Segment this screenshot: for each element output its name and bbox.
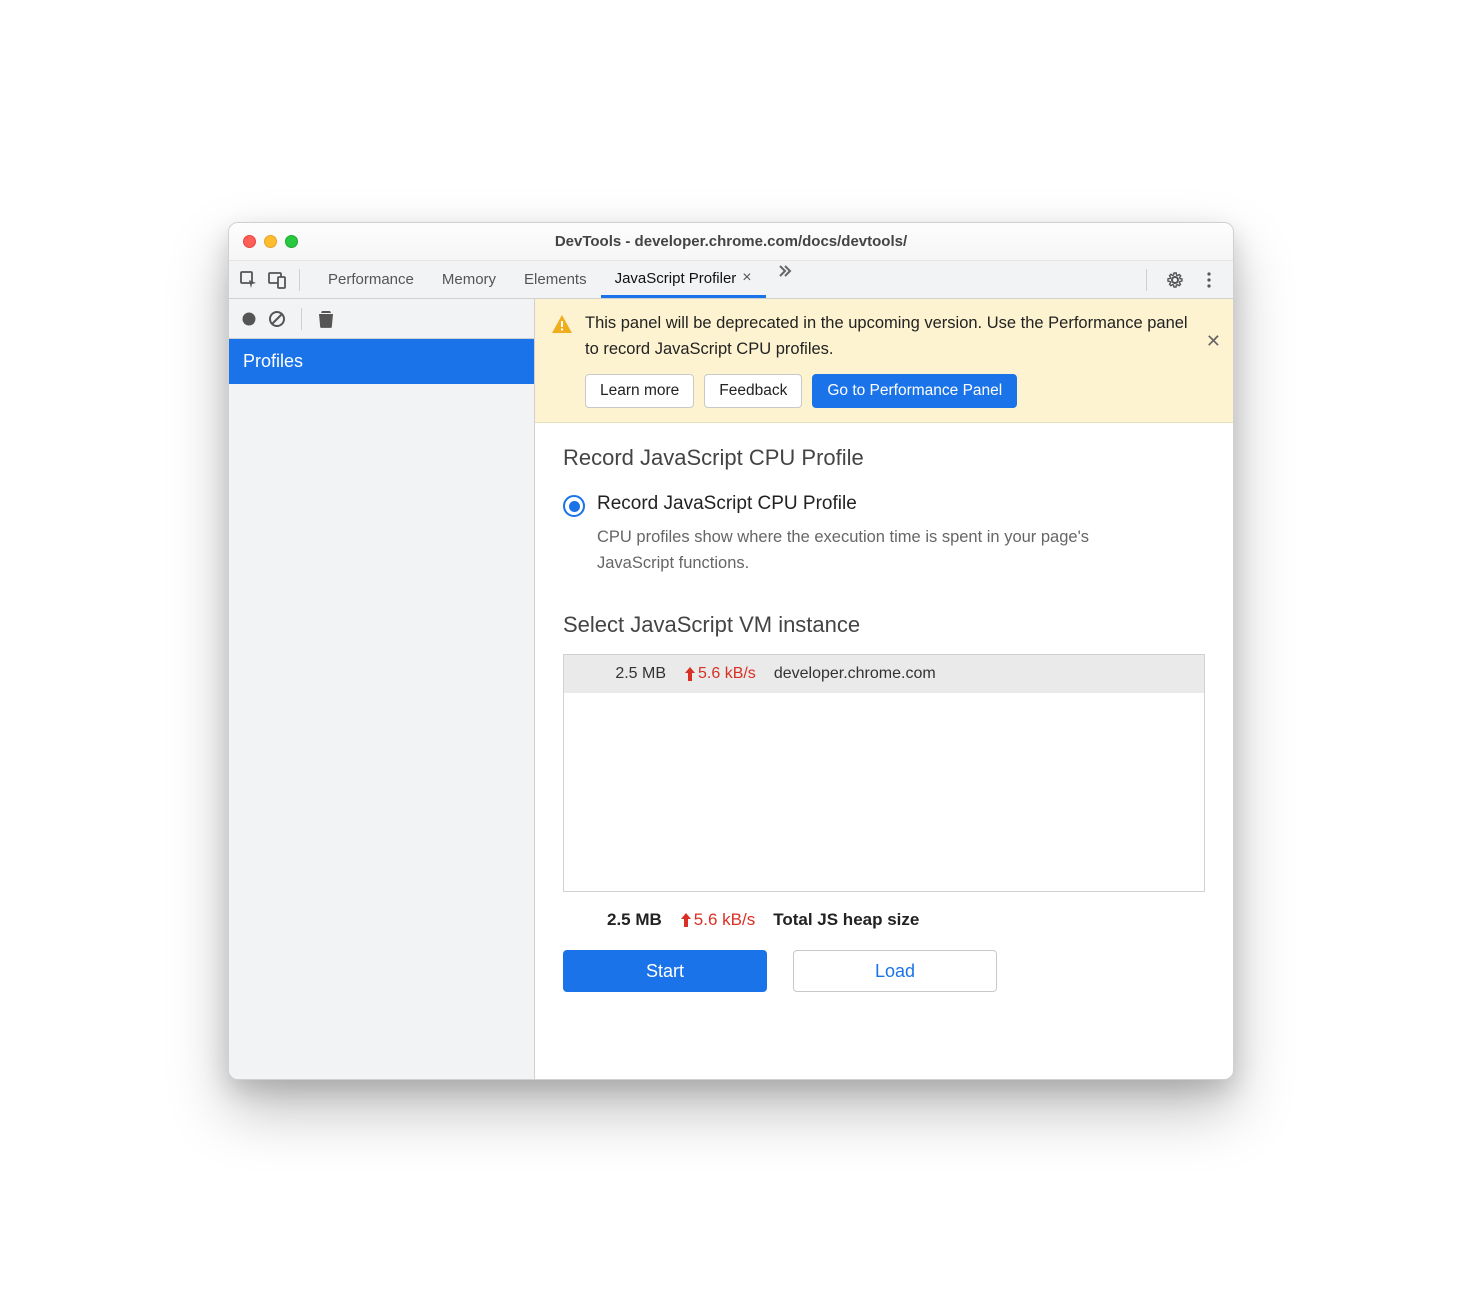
titlebar: DevTools - developer.chrome.com/docs/dev… [229, 223, 1233, 261]
record-heading: Record JavaScript CPU Profile [563, 445, 1205, 471]
vm-heading: Select JavaScript VM instance [563, 612, 1205, 638]
separator [301, 308, 302, 330]
window-title: DevTools - developer.chrome.com/docs/dev… [555, 233, 907, 250]
vm-instance-list: 2.5 MB 5.6 kB/s developer.chrome.com [563, 654, 1205, 892]
separator [299, 269, 300, 291]
tab-javascript-profiler[interactable]: JavaScript Profiler × [601, 261, 766, 298]
record-icon[interactable] [239, 309, 259, 329]
total-label: Total JS heap size [773, 910, 919, 930]
sidebar-item-label: Profiles [243, 351, 303, 371]
profile-type-option[interactable]: Record JavaScript CPU Profile [563, 493, 1205, 517]
profile-option-description: CPU profiles show where the execution ti… [597, 525, 1137, 576]
radio-selected-icon[interactable] [563, 495, 585, 517]
devtools-window: DevTools - developer.chrome.com/docs/dev… [228, 222, 1234, 1080]
close-window-button[interactable] [243, 235, 256, 248]
device-toolbar-icon[interactable] [267, 270, 287, 290]
tab-label: JavaScript Profiler [615, 270, 737, 287]
tab-performance[interactable]: Performance [314, 261, 428, 298]
total-heap-size: 2.5 MB [607, 910, 662, 930]
load-button[interactable]: Load [793, 950, 997, 992]
devtools-tabbar: Performance Memory Elements JavaScript P… [229, 261, 1233, 299]
window-controls [243, 235, 298, 248]
clear-icon[interactable] [267, 309, 287, 329]
sidebar-item-profiles[interactable]: Profiles [229, 339, 534, 384]
profiles-sidebar: Profiles [229, 299, 535, 1079]
deprecation-banner: This panel will be deprecated in the upc… [535, 299, 1233, 423]
kebab-menu-icon[interactable] [1199, 270, 1219, 290]
inspect-element-icon[interactable] [239, 270, 259, 290]
tab-memory[interactable]: Memory [428, 261, 510, 298]
start-button[interactable]: Start [563, 950, 767, 992]
separator [1146, 269, 1147, 291]
minimize-window-button[interactable] [264, 235, 277, 248]
warning-triangle-icon [551, 313, 573, 408]
sidebar-toolbar [229, 299, 534, 339]
main-panel: This panel will be deprecated in the upc… [535, 299, 1233, 1079]
vm-totals: 2.5 MB 5.6 kB/s Total JS heap size [563, 892, 1205, 950]
go-to-performance-panel-button[interactable]: Go to Performance Panel [812, 374, 1017, 408]
arrow-up-icon [680, 913, 692, 927]
action-buttons: Start Load [563, 950, 1205, 992]
vm-heap-size: 2.5 MB [576, 665, 666, 683]
feedback-button[interactable]: Feedback [704, 374, 802, 408]
vm-heap-rate: 5.6 kB/s [684, 665, 756, 683]
learn-more-button[interactable]: Learn more [585, 374, 694, 408]
vm-instance-row[interactable]: 2.5 MB 5.6 kB/s developer.chrome.com [564, 655, 1204, 693]
tab-label: Performance [328, 271, 414, 288]
settings-gear-icon[interactable] [1165, 270, 1185, 290]
total-heap-rate: 5.6 kB/s [680, 910, 755, 930]
profile-option-label: Record JavaScript CPU Profile [597, 493, 857, 515]
profile-config: Record JavaScript CPU Profile Record Jav… [535, 423, 1233, 1014]
more-tabs-icon[interactable] [774, 261, 794, 281]
vm-host: developer.chrome.com [774, 665, 936, 683]
tab-label: Elements [524, 271, 587, 288]
panel-body: Profiles This panel will be deprecated i… [229, 299, 1233, 1079]
arrow-up-icon [684, 667, 696, 681]
close-banner-icon[interactable]: ✕ [1206, 331, 1221, 352]
tab-elements[interactable]: Elements [510, 261, 601, 298]
banner-message: This panel will be deprecated in the upc… [585, 311, 1193, 362]
delete-trash-icon[interactable] [316, 309, 336, 329]
tab-label: Memory [442, 271, 496, 288]
maximize-window-button[interactable] [285, 235, 298, 248]
close-tab-icon[interactable]: × [742, 269, 751, 287]
